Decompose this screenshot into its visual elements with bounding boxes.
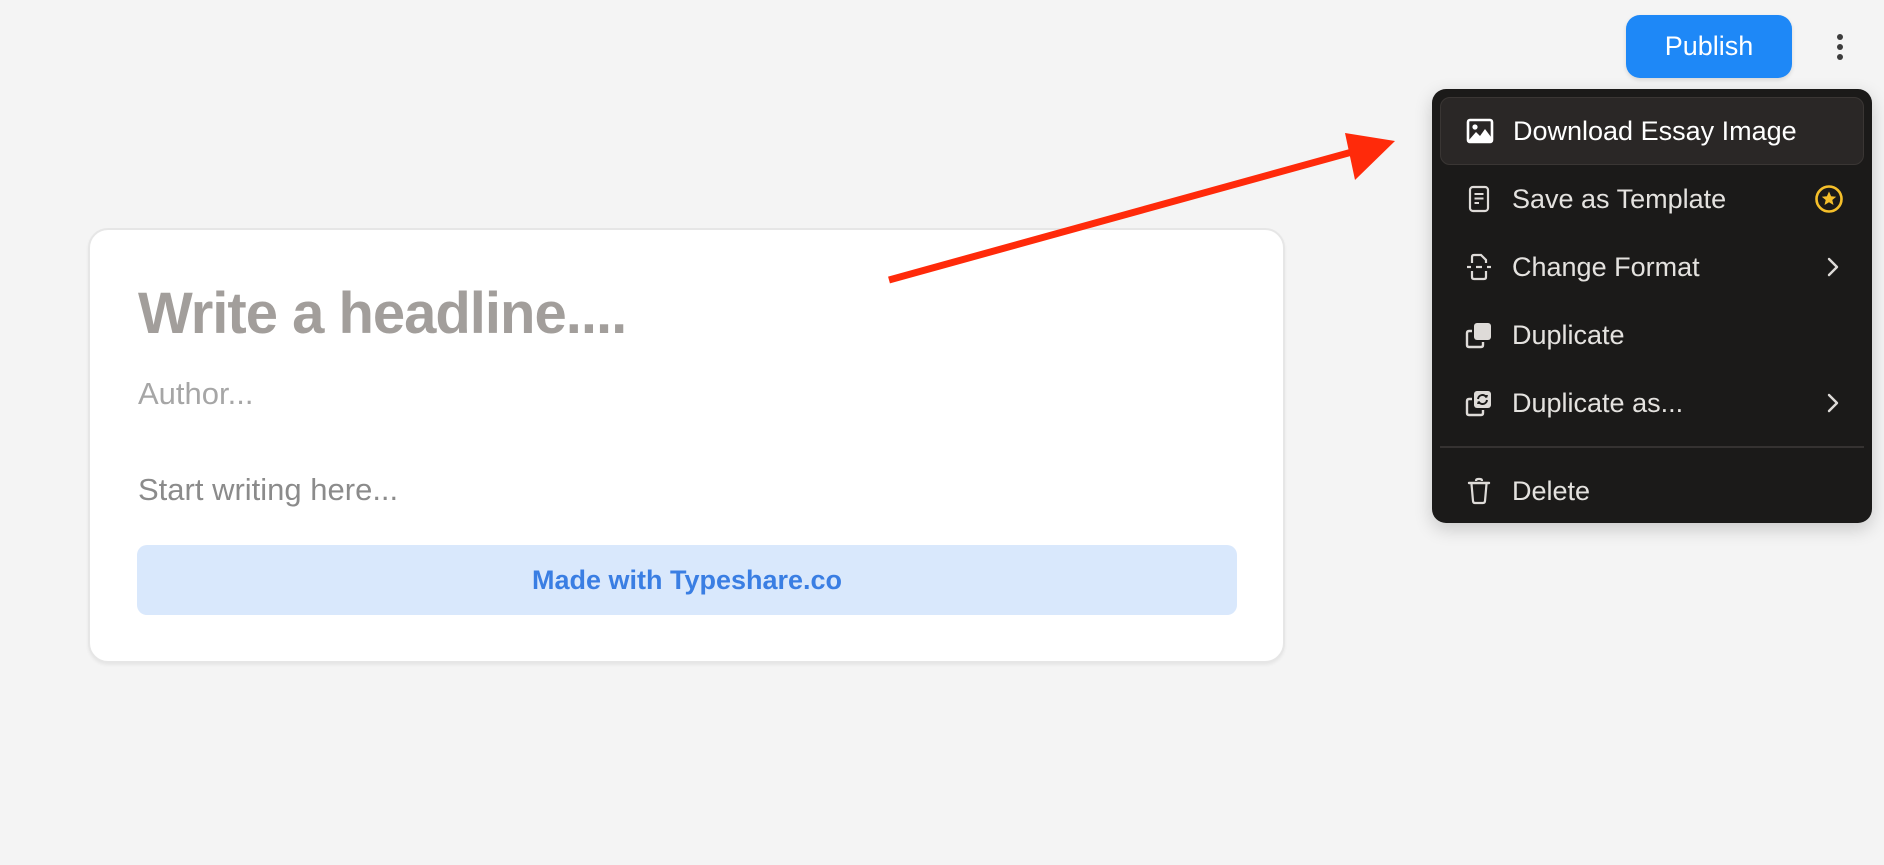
image-icon bbox=[1465, 116, 1495, 146]
menu-item-duplicate-as[interactable]: Duplicate as... bbox=[1440, 369, 1864, 437]
menu-item-label: Download Essay Image bbox=[1513, 115, 1797, 146]
body-input[interactable]: Start writing here... bbox=[138, 472, 398, 508]
more-options-button[interactable] bbox=[1826, 28, 1854, 66]
premium-star-badge bbox=[1814, 184, 1844, 214]
format-icon bbox=[1464, 252, 1494, 282]
menu-item-label: Delete bbox=[1512, 475, 1591, 506]
author-input[interactable]: Author... bbox=[138, 376, 253, 412]
more-vertical-icon bbox=[1837, 34, 1843, 60]
document-icon bbox=[1464, 184, 1494, 214]
menu-item-delete[interactable]: Delete bbox=[1440, 457, 1864, 525]
publish-button[interactable]: Publish bbox=[1626, 15, 1792, 78]
menu-item-save-as-template[interactable]: Save as Template bbox=[1440, 165, 1864, 233]
menu-item-change-format[interactable]: Change Format bbox=[1440, 233, 1864, 301]
options-menu: Download Essay Image Save as Template Ch… bbox=[1432, 89, 1872, 523]
menu-divider bbox=[1440, 446, 1864, 448]
duplicate-convert-icon bbox=[1464, 388, 1494, 418]
chevron-right-icon bbox=[1826, 392, 1840, 414]
menu-item-download-essay-image[interactable]: Download Essay Image bbox=[1440, 97, 1864, 165]
chevron-right-icon bbox=[1826, 256, 1840, 278]
menu-item-label: Change Format bbox=[1512, 251, 1700, 282]
menu-item-label: Save as Template bbox=[1512, 183, 1727, 214]
menu-item-label: Duplicate as... bbox=[1512, 387, 1684, 418]
trash-icon bbox=[1464, 476, 1494, 506]
menu-item-label: Duplicate bbox=[1512, 319, 1625, 350]
essay-card: Write a headline.... Author... Start wri… bbox=[88, 228, 1285, 663]
duplicate-icon bbox=[1464, 320, 1494, 350]
made-with-label: Made with Typeshare.co bbox=[531, 564, 843, 595]
menu-item-duplicate[interactable]: Duplicate bbox=[1440, 301, 1864, 369]
made-with-banner: Made with Typeshare.co bbox=[137, 545, 1237, 615]
headline-input[interactable]: Write a headline.... bbox=[138, 280, 627, 347]
arrow-head bbox=[1345, 133, 1395, 180]
